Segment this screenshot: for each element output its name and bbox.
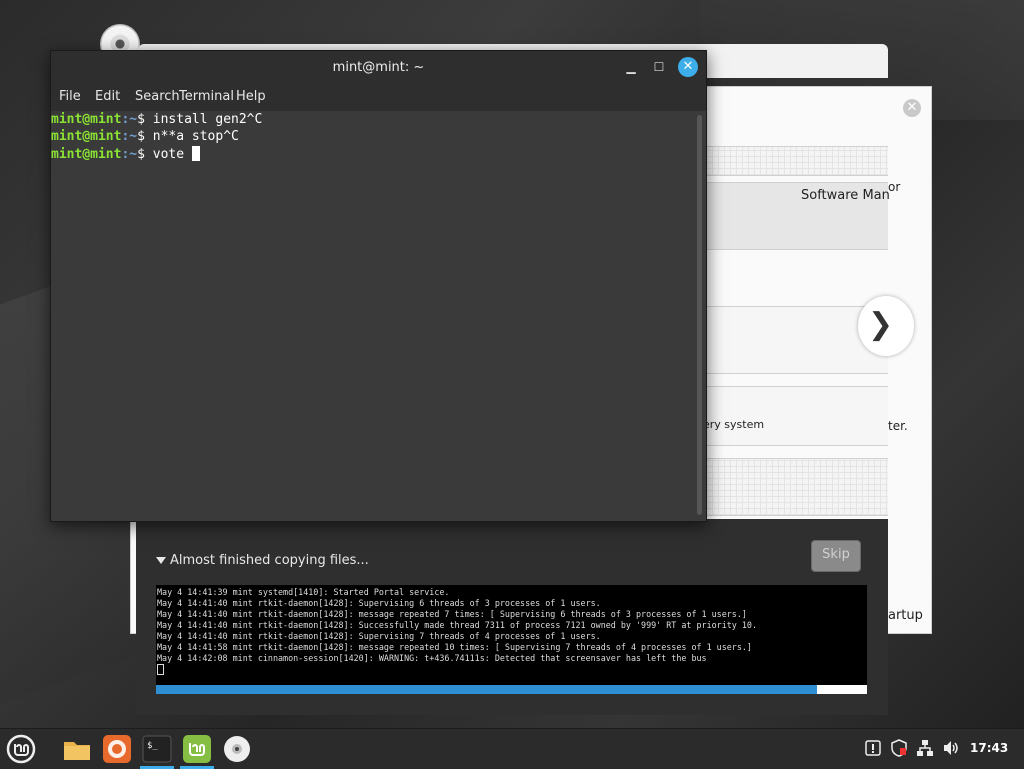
terminal-line: mint@mint:~$ install gen2^C (51, 112, 263, 127)
log-cursor (157, 664, 164, 675)
close-icon[interactable]: ✕ (903, 99, 921, 117)
next-slide-button[interactable]: ❯ (858, 296, 914, 356)
log-line: May 4 14:41:58 mint rtkit-daemon[1428]: … (157, 642, 752, 652)
installer-band (706, 386, 888, 446)
close-icon[interactable]: ✕ (678, 57, 698, 77)
installer-label: or (888, 180, 901, 194)
firefox-icon[interactable] (102, 734, 132, 764)
log-line: May 4 14:42:08 mint cinnamon-session[142… (157, 653, 707, 663)
installer-label: Software Man (801, 188, 890, 203)
log-line: May 4 14:41:40 mint rtkit-daemon[1428]: … (157, 609, 747, 619)
volume-icon[interactable] (942, 739, 960, 757)
expander-icon (156, 557, 166, 564)
menu-terminal[interactable]: Help (236, 89, 266, 104)
taskbar: $_ 17:43 (0, 728, 1024, 769)
log-line: May 4 14:41:40 mint rtkit-daemon[1428]: … (157, 631, 601, 641)
progress-bar (156, 685, 867, 694)
text-cursor (191, 146, 200, 161)
menu-edit[interactable]: Edit (95, 89, 120, 104)
terminal-line: mint@mint:~$ n**a stop^C (51, 129, 239, 144)
skip-button[interactable]: Skip (811, 540, 861, 572)
menubar: File Edit Search Terminal Help (51, 84, 706, 110)
terminal-window[interactable]: mint@mint: ~ ▁ ☐ ✕ File Edit Search Term… (50, 50, 707, 522)
scrollbar[interactable] (694, 111, 706, 521)
install-progress-panel: Almost finished copying files... Skip Ma… (136, 519, 888, 715)
installer-band (706, 146, 888, 176)
install-log: May 4 14:41:39 mint systemd[1410]: Start… (156, 585, 867, 685)
maximize-icon[interactable]: ☐ (650, 58, 668, 76)
files-icon[interactable] (62, 734, 92, 764)
update-icon[interactable] (864, 739, 882, 757)
log-line: May 4 14:41:39 mint systemd[1410]: Start… (157, 587, 450, 597)
terminal-line: mint@mint:~$ vote (51, 146, 200, 162)
progress-bar-fill (156, 685, 818, 694)
menu-file[interactable]: File (59, 89, 81, 104)
minimize-icon[interactable]: ▁ (622, 58, 640, 76)
menu-view[interactable]: Search (135, 89, 180, 104)
svg-text:$_: $_ (147, 741, 158, 751)
shield-icon[interactable] (890, 739, 908, 757)
installer-label: artup (888, 608, 923, 623)
mint-install-icon[interactable] (182, 734, 212, 764)
terminal-output[interactable]: mint@mint:~$ install gen2^C mint@mint:~$… (51, 111, 694, 521)
window-title: mint@mint: ~ (332, 60, 425, 75)
progress-title[interactable]: Almost finished copying files... (156, 553, 369, 568)
scrollbar-thumb[interactable] (697, 115, 702, 515)
installer-label: ter. (888, 419, 908, 433)
disc-icon[interactable] (222, 734, 252, 764)
log-cursor-line (157, 664, 867, 678)
installer-label: ery system (703, 418, 765, 431)
network-icon[interactable] (916, 739, 934, 757)
mint-menu-icon[interactable] (6, 734, 36, 764)
terminal-titlebar[interactable]: mint@mint: ~ ▁ ☐ ✕ (51, 51, 706, 83)
clock[interactable]: 17:43 (970, 741, 1008, 755)
log-line: May 4 14:41:40 mint rtkit-daemon[1428]: … (157, 620, 758, 630)
terminal-icon[interactable]: $_ (142, 734, 172, 764)
installer-band (706, 458, 888, 516)
menu-search[interactable]: Terminal (179, 89, 234, 104)
log-line: May 4 14:41:40 mint rtkit-daemon[1428]: … (157, 598, 601, 608)
